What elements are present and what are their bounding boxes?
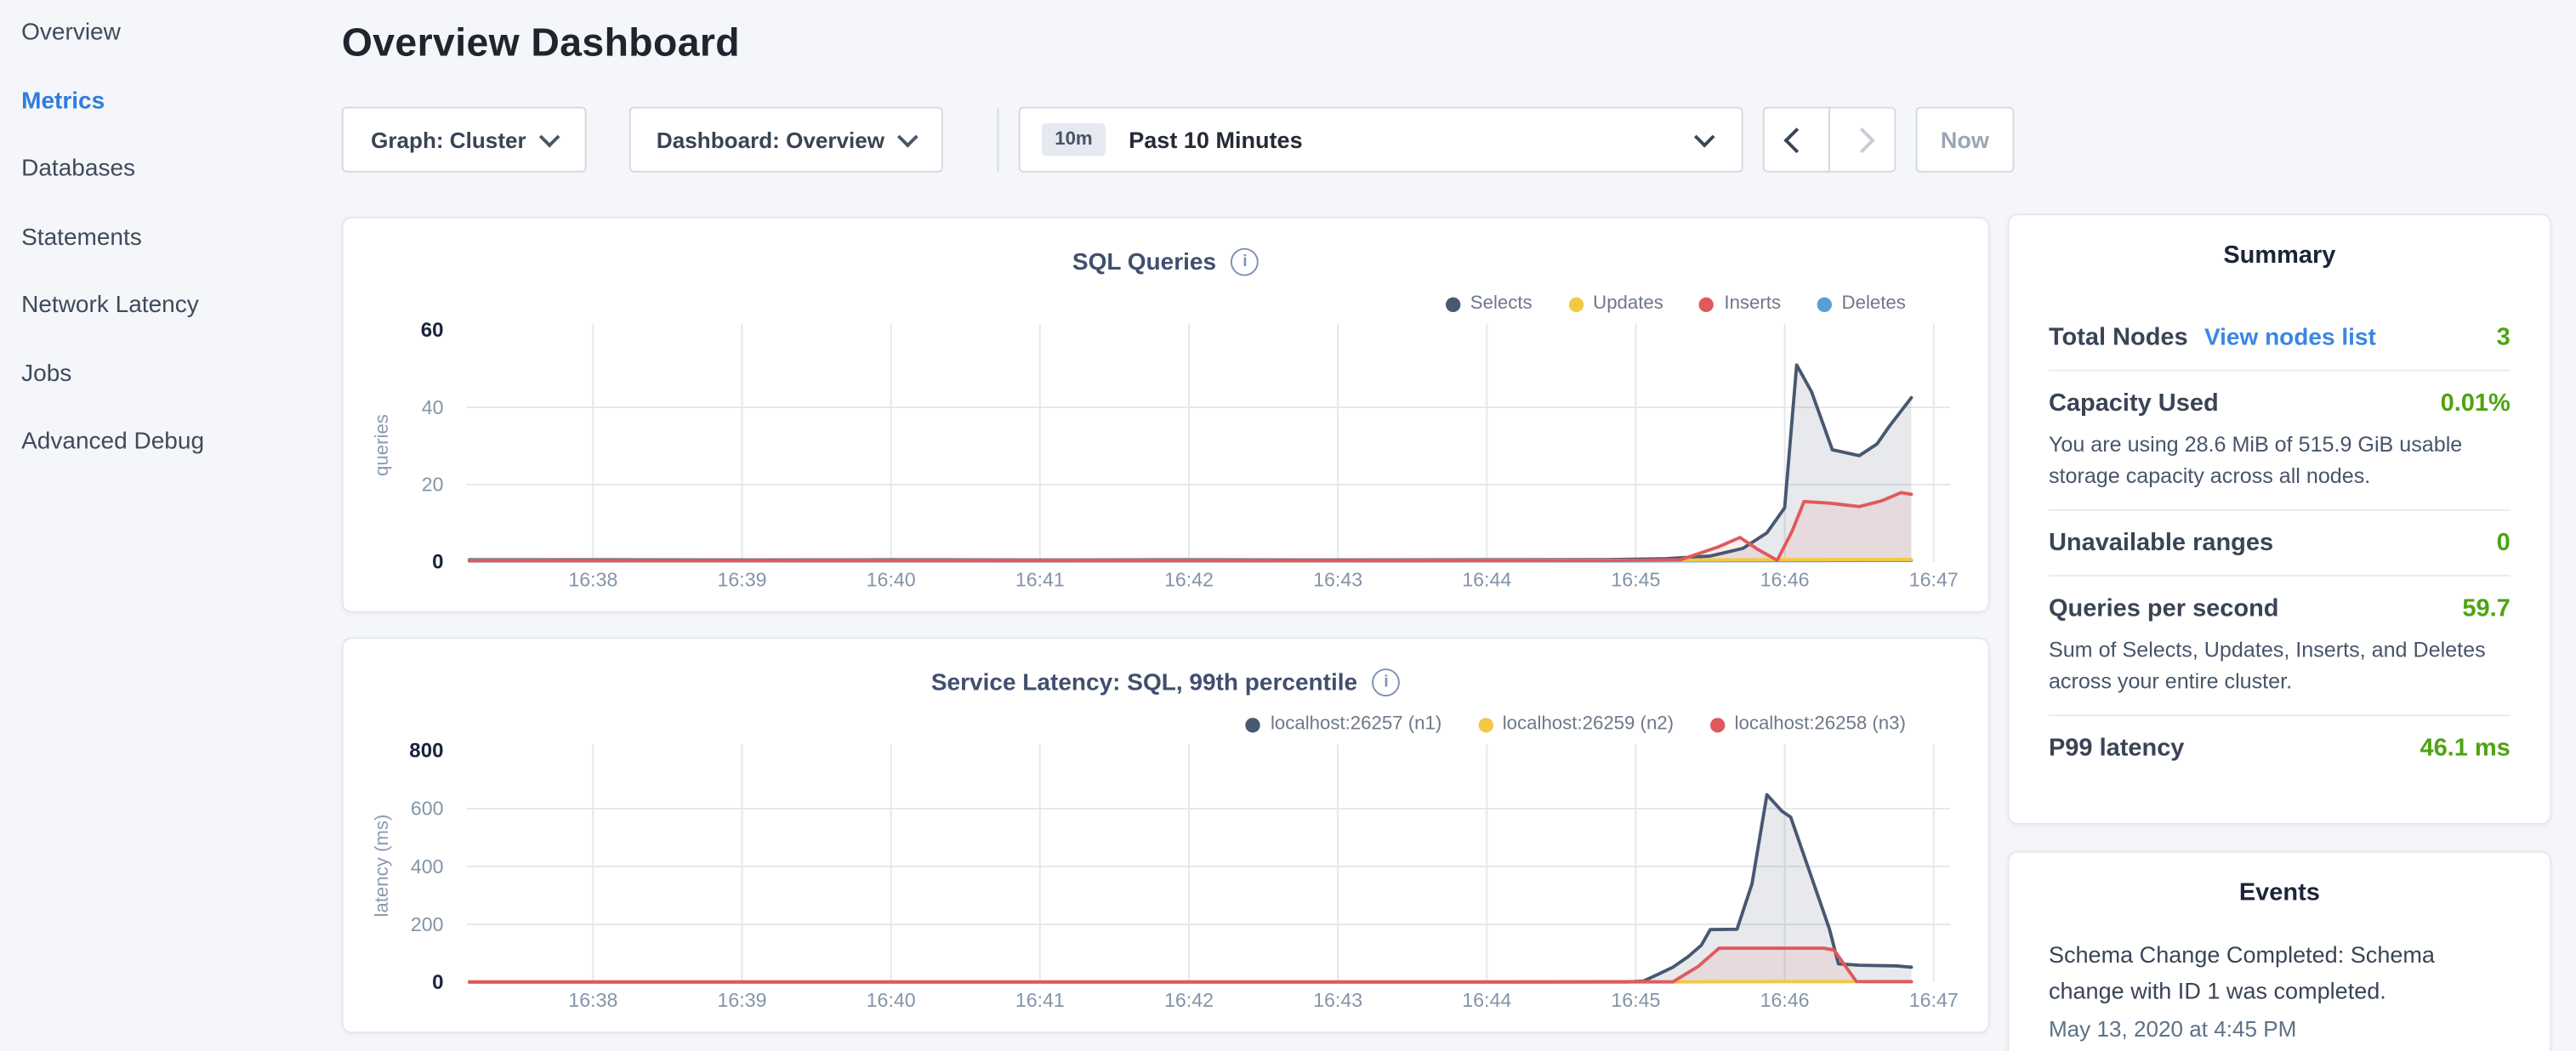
time-range-dropdown[interactable]: 10m Past 10 Minutes bbox=[1019, 107, 1743, 173]
sidebar-item-jobs[interactable]: Jobs bbox=[0, 341, 321, 409]
event-timestamp: May 13, 2020 at 4:45 PM bbox=[2049, 1017, 2511, 1042]
summary-row-label: Total Nodes bbox=[2049, 324, 2188, 352]
svg-text:60: 60 bbox=[421, 319, 444, 342]
summary-row-total-nodes: Total Nodes View nodes list 3 bbox=[2049, 305, 2511, 371]
summary-row-value: 3 bbox=[2497, 324, 2511, 352]
summary-row-label: Unavailable ranges bbox=[2049, 529, 2273, 557]
now-button[interactable]: Now bbox=[1915, 107, 2014, 173]
sidebar-item-advanced-debug[interactable]: Advanced Debug bbox=[0, 409, 321, 477]
svg-text:16:39: 16:39 bbox=[718, 989, 767, 1011]
svg-text:16:44: 16:44 bbox=[1462, 569, 1511, 591]
summary-row-subtext: You are using 28.6 MiB of 515.9 GiB usab… bbox=[2049, 429, 2511, 491]
sidebar-item-databases[interactable]: Databases bbox=[0, 136, 321, 204]
svg-text:16:46: 16:46 bbox=[1760, 989, 1810, 1011]
sidebar-item-overview[interactable]: Overview bbox=[0, 0, 321, 68]
graph-scope-dropdown-label: Graph: Cluster bbox=[371, 128, 526, 152]
sidebar-item-statements[interactable]: Statements bbox=[0, 205, 321, 273]
svg-text:16:46: 16:46 bbox=[1760, 569, 1810, 591]
chevron-left-icon bbox=[1783, 127, 1809, 152]
svg-text:200: 200 bbox=[411, 913, 444, 935]
svg-text:0: 0 bbox=[432, 971, 443, 994]
svg-text:16:41: 16:41 bbox=[1015, 569, 1065, 591]
svg-text:16:43: 16:43 bbox=[1313, 569, 1362, 591]
chevron-down-icon bbox=[539, 127, 560, 148]
svg-text:16:38: 16:38 bbox=[568, 989, 617, 1011]
controls-divider bbox=[998, 108, 999, 172]
summary-row-queries-per-second: Queries per second 59.7 Sum of Selects, … bbox=[2049, 577, 2511, 716]
sql-queries-chart-card: SQL Queries i SelectsUpdatesInsertsDelet… bbox=[342, 217, 1990, 613]
dashboard-dropdown[interactable]: Dashboard: Overview bbox=[629, 107, 943, 173]
time-range-label: Past 10 Minutes bbox=[1129, 127, 1302, 153]
svg-text:16:45: 16:45 bbox=[1611, 989, 1660, 1011]
svg-text:16:47: 16:47 bbox=[1909, 569, 1959, 591]
summary-panel: Summary Total Nodes View nodes list 3 Ca… bbox=[2008, 213, 2551, 825]
svg-text:0: 0 bbox=[432, 550, 443, 573]
events-title: Events bbox=[2049, 879, 2511, 907]
summary-row-value: 0 bbox=[2497, 529, 2511, 557]
svg-text:16:40: 16:40 bbox=[867, 569, 916, 591]
view-nodes-list-link[interactable]: View nodes list bbox=[2204, 325, 2376, 351]
summary-row-value: 46.1 ms bbox=[2420, 735, 2510, 763]
service-latency-plot: 0 200 400 600 800 16:38 16:39 16:40 16:41 16:42 16… bbox=[344, 639, 1992, 1035]
svg-text:16:41: 16:41 bbox=[1015, 989, 1065, 1011]
sidebar: Overview Metrics Databases Statements Ne… bbox=[0, 0, 321, 1051]
summary-row-p99-latency: P99 latency 46.1 ms bbox=[2049, 716, 2511, 780]
summary-row-label: Capacity Used bbox=[2049, 389, 2219, 418]
summary-row-value: 0.01% bbox=[2441, 389, 2511, 418]
svg-text:16:47: 16:47 bbox=[1909, 989, 1959, 1011]
svg-text:16:43: 16:43 bbox=[1313, 989, 1362, 1011]
svg-text:20: 20 bbox=[422, 474, 444, 496]
event-item[interactable]: Schema Change Completed: Schema change w… bbox=[2049, 936, 2511, 1008]
svg-text:16:45: 16:45 bbox=[1611, 569, 1660, 591]
chevron-down-icon bbox=[1694, 127, 1715, 148]
time-shift-buttons bbox=[1763, 107, 1896, 173]
svg-text:800: 800 bbox=[409, 740, 443, 763]
svg-text:16:42: 16:42 bbox=[1164, 989, 1214, 1011]
summary-row-value: 59.7 bbox=[2462, 594, 2510, 622]
svg-text:16:44: 16:44 bbox=[1462, 989, 1511, 1011]
service-latency-chart-card: Service Latency: SQL, 99th percentile i … bbox=[342, 638, 1990, 1034]
summary-row-label: Queries per second bbox=[2049, 594, 2279, 622]
svg-text:40: 40 bbox=[422, 396, 444, 418]
time-range-badge: 10m bbox=[1042, 123, 1106, 156]
events-panel: Events Schema Change Completed: Schema c… bbox=[2008, 851, 2551, 1051]
time-next-button[interactable] bbox=[1828, 107, 1896, 173]
admin-ui-root: Overview Metrics Databases Statements Ne… bbox=[0, 0, 2576, 1051]
graph-scope-dropdown[interactable]: Graph: Cluster bbox=[342, 107, 587, 173]
summary-row-capacity-used: Capacity Used 0.01% You are using 28.6 M… bbox=[2049, 372, 2511, 511]
svg-text:400: 400 bbox=[411, 855, 444, 878]
sql-queries-plot: 0 20 40 60 16:38 16:39 16:40 16:41 16:42 16:43 16:… bbox=[344, 219, 1992, 615]
summary-row-subtext: Sum of Selects, Updates, Inserts, and De… bbox=[2049, 634, 2511, 696]
sidebar-item-network-latency[interactable]: Network Latency bbox=[0, 273, 321, 341]
svg-text:16:39: 16:39 bbox=[718, 569, 767, 591]
page-title: Overview Dashboard bbox=[342, 21, 740, 67]
svg-text:16:40: 16:40 bbox=[867, 989, 916, 1011]
summary-row-label: P99 latency bbox=[2049, 735, 2184, 763]
summary-row-unavailable-ranges: Unavailable ranges 0 bbox=[2049, 511, 2511, 577]
sidebar-item-metrics[interactable]: Metrics bbox=[0, 68, 321, 136]
time-prev-button[interactable] bbox=[1763, 107, 1830, 173]
svg-text:16:38: 16:38 bbox=[568, 569, 617, 591]
chevron-down-icon bbox=[898, 127, 919, 148]
svg-text:600: 600 bbox=[411, 798, 444, 820]
summary-title: Summary bbox=[2049, 241, 2511, 270]
svg-text:16:42: 16:42 bbox=[1164, 569, 1214, 591]
chevron-right-icon bbox=[1850, 127, 1875, 152]
dashboard-dropdown-label: Dashboard: Overview bbox=[657, 128, 884, 152]
